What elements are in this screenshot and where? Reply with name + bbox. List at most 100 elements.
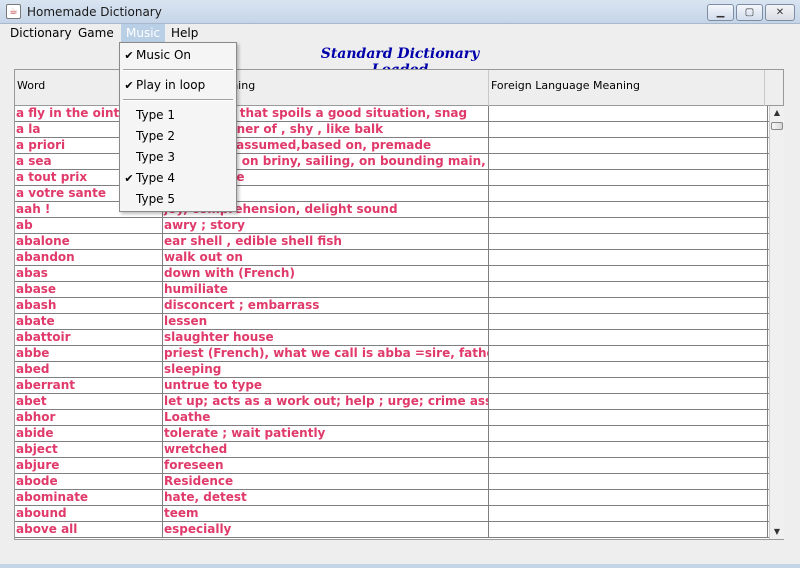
table-row[interactable]: ab awry ; story: [15, 218, 769, 234]
cell-word[interactable]: abalone: [15, 234, 163, 249]
cell-foreign[interactable]: [489, 106, 768, 121]
table-row[interactable]: abash disconcert ; embarrass: [15, 298, 769, 314]
cell-foreign[interactable]: [489, 250, 768, 265]
cell-foreign[interactable]: [489, 362, 768, 377]
cell-english[interactable]: down with (French): [163, 266, 489, 281]
cell-english[interactable]: tolerate ; wait patiently: [163, 426, 489, 441]
cell-english[interactable]: disconcert ; embarrass: [163, 298, 489, 313]
cell-english[interactable]: teem: [163, 506, 489, 521]
cell-word[interactable]: abate: [15, 314, 163, 329]
cell-foreign[interactable]: [489, 266, 768, 281]
cell-word[interactable]: abed: [15, 362, 163, 377]
cell-foreign[interactable]: [489, 170, 768, 185]
cell-english[interactable]: walk out on: [163, 250, 489, 265]
scroll-up-icon[interactable]: ▲: [770, 106, 784, 120]
cell-foreign[interactable]: [489, 234, 768, 249]
table-row[interactable]: abase humiliate: [15, 282, 769, 298]
cell-english[interactable]: foreseen: [163, 458, 489, 473]
cell-word[interactable]: abbe: [15, 346, 163, 361]
vertical-scrollbar[interactable]: ▲ ▼: [769, 106, 784, 539]
type-5-item[interactable]: Type 5: [120, 189, 236, 210]
table-row[interactable]: abas down with (French): [15, 266, 769, 282]
cell-foreign[interactable]: [489, 458, 768, 473]
cell-foreign[interactable]: [489, 346, 768, 361]
cell-foreign[interactable]: [489, 394, 768, 409]
table-row[interactable]: abhor Loathe: [15, 410, 769, 426]
cell-foreign[interactable]: [489, 298, 768, 313]
table-row[interactable]: abjure foreseen: [15, 458, 769, 474]
scroll-down-icon[interactable]: ▼: [770, 525, 784, 539]
table-row[interactable]: above all especially: [15, 522, 769, 538]
cell-foreign[interactable]: [489, 154, 768, 169]
menu-dictionary[interactable]: Dictionary: [5, 24, 77, 42]
java-cup-icon[interactable]: ☕: [6, 4, 21, 19]
cell-word[interactable]: above all: [15, 522, 163, 537]
table-row[interactable]: abed sleeping: [15, 362, 769, 378]
cell-word[interactable]: abominate: [15, 490, 163, 505]
cell-english[interactable]: Loathe: [163, 410, 489, 425]
cell-english[interactable]: especially: [163, 522, 489, 537]
cell-word[interactable]: aberrant: [15, 378, 163, 393]
cell-english[interactable]: sleeping: [163, 362, 489, 377]
table-row[interactable]: abide tolerate ; wait patiently: [15, 426, 769, 442]
close-button[interactable]: ✕: [765, 4, 795, 21]
cell-foreign[interactable]: [489, 522, 768, 537]
table-row[interactable]: abject wretched: [15, 442, 769, 458]
cell-foreign[interactable]: [489, 490, 768, 505]
cell-foreign[interactable]: [489, 426, 768, 441]
column-header-foreign[interactable]: Foreign Language Meaning: [489, 70, 765, 106]
table-row[interactable]: abode Residence: [15, 474, 769, 490]
type-2-item[interactable]: Type 2: [120, 126, 236, 147]
cell-foreign[interactable]: [489, 218, 768, 233]
cell-word[interactable]: abase: [15, 282, 163, 297]
cell-word[interactable]: ab: [15, 218, 163, 233]
table-row[interactable]: abet let up; acts as a work out; help ; …: [15, 394, 769, 410]
cell-word[interactable]: abide: [15, 426, 163, 441]
cell-foreign[interactable]: [489, 122, 768, 137]
cell-english[interactable]: awry ; story: [163, 218, 489, 233]
cell-word[interactable]: abattoir: [15, 330, 163, 345]
type-4-item[interactable]: ✔ Type 4: [120, 168, 236, 189]
cell-english[interactable]: untrue to type: [163, 378, 489, 393]
cell-word[interactable]: abas: [15, 266, 163, 281]
cell-english[interactable]: Residence: [163, 474, 489, 489]
maximize-button[interactable]: ▢: [736, 4, 763, 21]
play-in-loop-item[interactable]: ✔ Play in loop: [120, 75, 236, 96]
cell-word[interactable]: abandon: [15, 250, 163, 265]
cell-foreign[interactable]: [489, 506, 768, 521]
table-row[interactable]: abominate hate, detest: [15, 490, 769, 506]
cell-english[interactable]: wretched: [163, 442, 489, 457]
cell-foreign[interactable]: [489, 314, 768, 329]
cell-english[interactable]: humiliate: [163, 282, 489, 297]
cell-english[interactable]: lessen: [163, 314, 489, 329]
cell-english[interactable]: hate, detest: [163, 490, 489, 505]
cell-word[interactable]: abode: [15, 474, 163, 489]
cell-foreign[interactable]: [489, 186, 768, 201]
cell-word[interactable]: abound: [15, 506, 163, 521]
cell-foreign[interactable]: [489, 378, 768, 393]
cell-foreign[interactable]: [489, 442, 768, 457]
cell-foreign[interactable]: [489, 138, 768, 153]
scroll-thumb[interactable]: [771, 122, 783, 130]
table-row[interactable]: abound teem: [15, 506, 769, 522]
music-on-item[interactable]: ✔ Music On: [120, 45, 236, 66]
minimize-button[interactable]: ▁: [707, 4, 734, 21]
cell-foreign[interactable]: [489, 474, 768, 489]
cell-word[interactable]: abject: [15, 442, 163, 457]
table-row[interactable]: abattoir slaughter house: [15, 330, 769, 346]
table-row[interactable]: aberrant untrue to type: [15, 378, 769, 394]
cell-foreign[interactable]: [489, 410, 768, 425]
table-row[interactable]: abate lessen: [15, 314, 769, 330]
menu-music[interactable]: Music: [121, 24, 166, 42]
cell-english[interactable]: ear shell , edible shell fish: [163, 234, 489, 249]
cell-word[interactable]: abet: [15, 394, 163, 409]
cell-foreign[interactable]: [489, 282, 768, 297]
type-1-item[interactable]: Type 1: [120, 105, 236, 126]
table-row[interactable]: abandon walk out on: [15, 250, 769, 266]
cell-foreign[interactable]: [489, 330, 768, 345]
table-row[interactable]: abalone ear shell , edible shell fish: [15, 234, 769, 250]
menu-help[interactable]: Help: [166, 24, 203, 42]
cell-english[interactable]: let up; acts as a work out; help ; urge;…: [163, 394, 489, 409]
cell-word[interactable]: abjure: [15, 458, 163, 473]
menu-game[interactable]: Game: [73, 24, 119, 42]
